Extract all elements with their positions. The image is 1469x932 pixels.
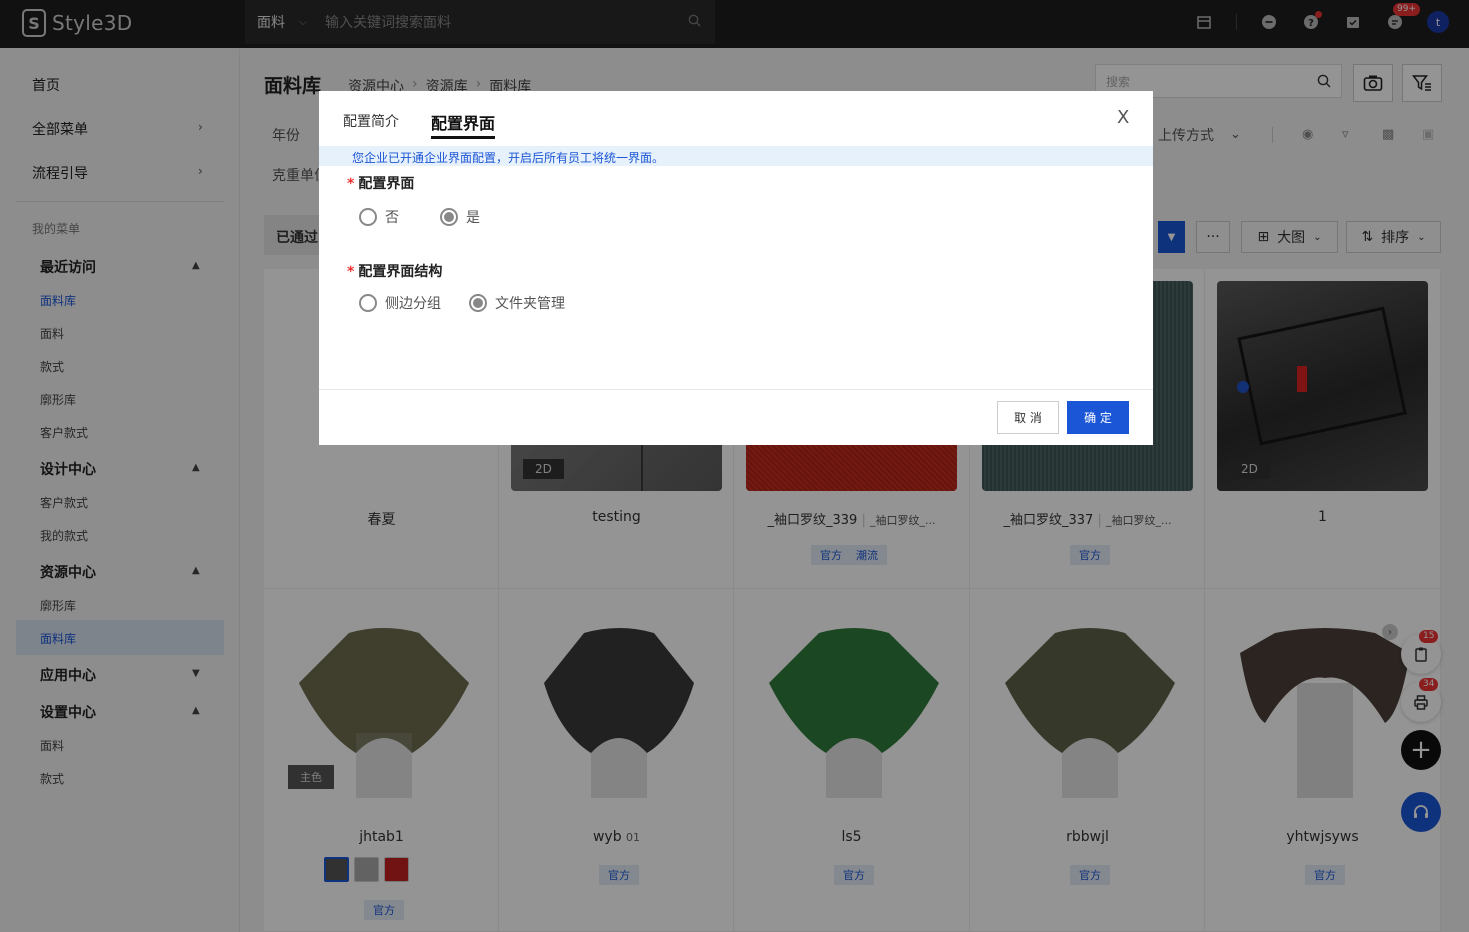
confirm-button[interactable]: 确 定 [1067,401,1129,434]
tab-config-intro[interactable]: 配置简介 [343,111,399,131]
radio-label: 文件夹管理 [495,296,565,312]
radio-circle [359,294,377,312]
radio-label: 否 [385,210,399,226]
radio-label: 是 [466,210,480,226]
radio-side-group[interactable]: 侧边分组 [359,293,441,313]
active-tab-indicator [431,136,495,139]
radio-yes[interactable]: 是 [440,207,480,227]
cancel-button[interactable]: 取 消 [997,401,1059,434]
radio-circle [359,208,377,226]
notice-banner: 您企业已开通企业界面配置，开启后所有员工将统一界面。 [319,146,1153,166]
required-mark: * [347,176,355,192]
radio-circle-selected [469,294,487,312]
tab-config-ui[interactable]: 配置界面 [431,110,495,134]
radio-folder-management[interactable]: 文件夹管理 [469,293,565,313]
radio-no[interactable]: 否 [359,207,399,227]
field-label-config-structure: * 配置界面结构 [347,264,443,280]
config-dialog: 配置简介 配置界面 X 您企业已开通企业界面配置，开启后所有员工将统一界面。 *… [319,91,1153,445]
close-icon[interactable]: X [1117,107,1129,128]
field-label-config-ui: * 配置界面 [347,176,415,192]
radio-label: 侧边分组 [385,296,441,312]
required-mark: * [347,264,355,280]
radio-circle-selected [440,208,458,226]
divider [319,389,1153,390]
